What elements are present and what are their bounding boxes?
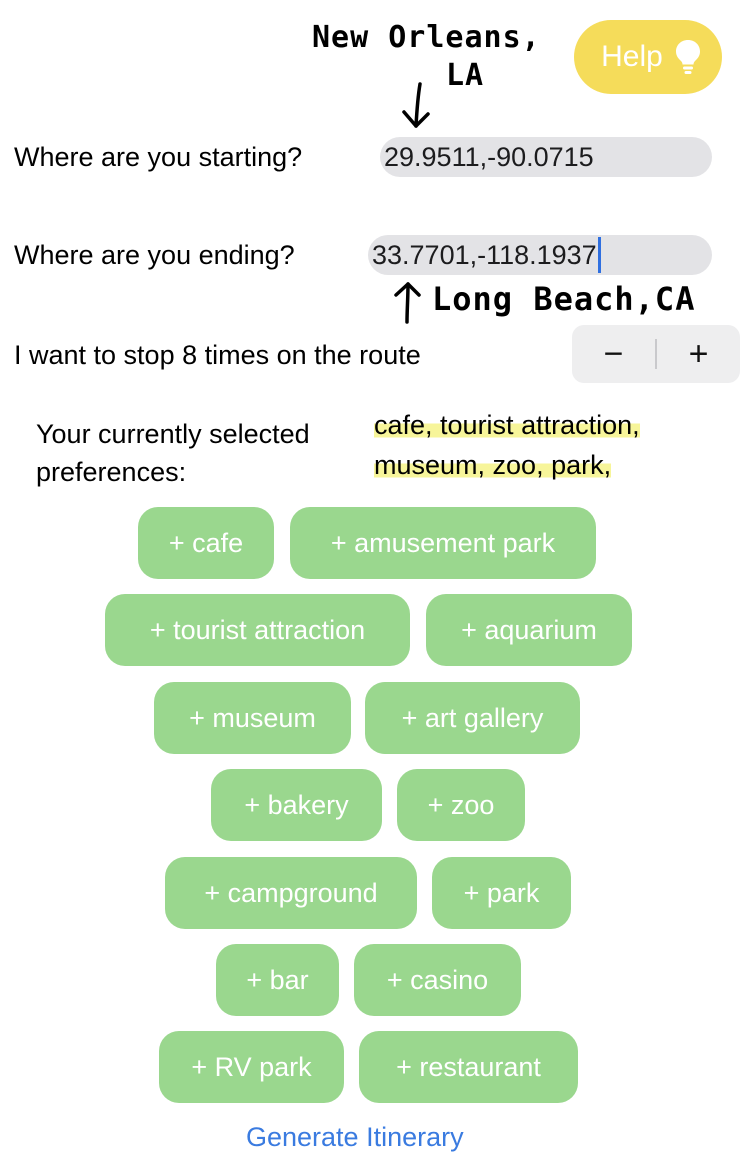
chip-zoo[interactable]: + zoo — [397, 769, 525, 841]
annotation-start-city-line2: LA — [446, 58, 485, 93]
end-location-input[interactable]: 33.7701,-118.1937 — [368, 235, 712, 275]
selected-preferences: cafe, tourist attraction, museum, zoo, p… — [374, 405, 640, 485]
stops-label: I want to stop 8 times on the route — [14, 340, 421, 370]
help-button-label: Help — [601, 40, 663, 73]
text-cursor — [597, 237, 601, 273]
selected-preferences-line2: museum, zoo, park, — [374, 450, 612, 480]
start-location-input[interactable]: 29.9511,-90.0715 — [380, 137, 712, 177]
chip-museum[interactable]: + museum — [154, 682, 351, 754]
annotation-end-city: Long Beach,CA — [432, 280, 696, 318]
lightbulb-icon — [675, 40, 700, 74]
start-label: Where are you starting? — [14, 142, 303, 172]
chip-bar[interactable]: + bar — [216, 944, 339, 1016]
preferences-label-line1: Your currently selected — [36, 419, 310, 449]
stops-stepper[interactable]: − + — [572, 325, 740, 383]
end-label: Where are you ending? — [14, 240, 295, 270]
generate-itinerary-button[interactable]: Generate Itinerary — [246, 1122, 464, 1153]
selected-preferences-line1: cafe, tourist attraction, — [374, 410, 640, 440]
annotation-start-city-line1: New Orleans, — [312, 20, 541, 55]
chip-bakery[interactable]: + bakery — [211, 769, 382, 841]
chip-amusement-park[interactable]: + amusement park — [290, 507, 596, 579]
help-button[interactable]: Help — [574, 20, 722, 94]
chip-cafe[interactable]: + cafe — [138, 507, 274, 579]
preferences-label-line2: preferences: — [36, 457, 187, 487]
end-location-value: 33.7701,-118.1937 — [372, 239, 597, 270]
decrement-button[interactable]: − — [572, 325, 655, 383]
chip-casino[interactable]: + casino — [354, 944, 521, 1016]
down-arrow-annotation-icon — [402, 82, 430, 128]
start-location-value: 29.9511,-90.0715 — [384, 141, 594, 172]
chip-restaurant[interactable]: + restaurant — [359, 1031, 578, 1103]
chip-art-gallery[interactable]: + art gallery — [365, 682, 580, 754]
chip-rv-park[interactable]: + RV park — [159, 1031, 344, 1103]
preferences-label: Your currently selected preferences: — [36, 415, 310, 491]
chip-campground[interactable]: + campground — [165, 857, 417, 929]
chip-aquarium[interactable]: + aquarium — [426, 594, 632, 666]
chip-park[interactable]: + park — [432, 857, 571, 929]
increment-button[interactable]: + — [657, 325, 740, 383]
chip-tourist-attraction[interactable]: + tourist attraction — [105, 594, 410, 666]
up-arrow-annotation-icon — [394, 282, 421, 324]
